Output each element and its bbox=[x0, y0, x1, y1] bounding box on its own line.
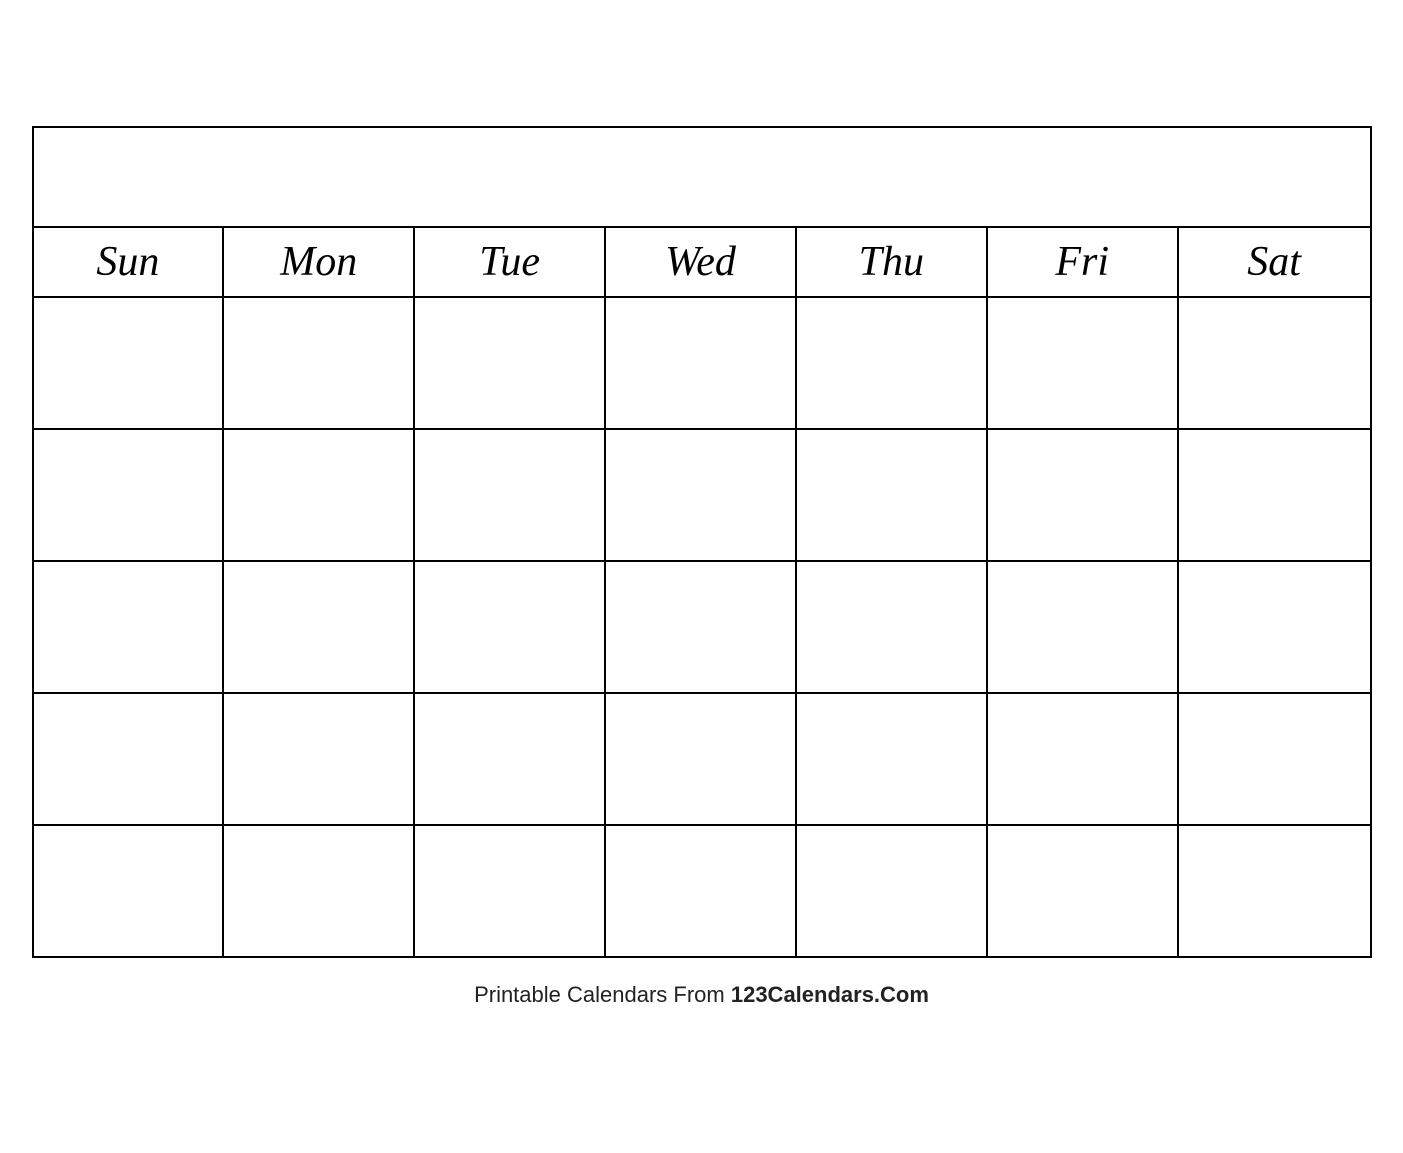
cell-r4-sun[interactable] bbox=[34, 694, 225, 824]
calendar-title-row bbox=[34, 128, 1370, 228]
calendar-row-4 bbox=[34, 694, 1370, 826]
cell-r1-mon[interactable] bbox=[224, 298, 415, 428]
cell-r1-wed[interactable] bbox=[606, 298, 797, 428]
header-mon: Mon bbox=[224, 228, 415, 296]
cell-r5-thu[interactable] bbox=[797, 826, 988, 956]
cell-r1-tue[interactable] bbox=[415, 298, 606, 428]
cell-r5-tue[interactable] bbox=[415, 826, 606, 956]
page-wrapper: Sun Mon Tue Wed Thu Fri Sat bbox=[32, 106, 1372, 1048]
cell-r2-wed[interactable] bbox=[606, 430, 797, 560]
cell-r3-thu[interactable] bbox=[797, 562, 988, 692]
cell-r4-thu[interactable] bbox=[797, 694, 988, 824]
cell-r5-sat[interactable] bbox=[1179, 826, 1370, 956]
calendar-container: Sun Mon Tue Wed Thu Fri Sat bbox=[32, 126, 1372, 958]
cell-r3-sun[interactable] bbox=[34, 562, 225, 692]
cell-r3-tue[interactable] bbox=[415, 562, 606, 692]
cell-r3-fri[interactable] bbox=[988, 562, 1179, 692]
cell-r1-sat[interactable] bbox=[1179, 298, 1370, 428]
cell-r3-sat[interactable] bbox=[1179, 562, 1370, 692]
cell-r1-fri[interactable] bbox=[988, 298, 1179, 428]
calendar-row-1 bbox=[34, 298, 1370, 430]
cell-r5-sun[interactable] bbox=[34, 826, 225, 956]
header-sun: Sun bbox=[34, 228, 225, 296]
calendar-row-3 bbox=[34, 562, 1370, 694]
cell-r4-tue[interactable] bbox=[415, 694, 606, 824]
header-fri: Fri bbox=[988, 228, 1179, 296]
cell-r4-sat[interactable] bbox=[1179, 694, 1370, 824]
cell-r4-wed[interactable] bbox=[606, 694, 797, 824]
footer-text: Printable Calendars From 123Calendars.Co… bbox=[474, 982, 929, 1008]
cell-r1-sun[interactable] bbox=[34, 298, 225, 428]
footer-regular-text: Printable Calendars From bbox=[474, 982, 731, 1007]
cell-r2-sun[interactable] bbox=[34, 430, 225, 560]
cell-r5-fri[interactable] bbox=[988, 826, 1179, 956]
calendar-row-2 bbox=[34, 430, 1370, 562]
cell-r3-mon[interactable] bbox=[224, 562, 415, 692]
cell-r3-wed[interactable] bbox=[606, 562, 797, 692]
header-tue: Tue bbox=[415, 228, 606, 296]
cell-r1-thu[interactable] bbox=[797, 298, 988, 428]
cell-r2-fri[interactable] bbox=[988, 430, 1179, 560]
cell-r5-wed[interactable] bbox=[606, 826, 797, 956]
header-wed: Wed bbox=[606, 228, 797, 296]
header-sat: Sat bbox=[1179, 228, 1370, 296]
header-thu: Thu bbox=[797, 228, 988, 296]
calendar-row-5 bbox=[34, 826, 1370, 956]
cell-r5-mon[interactable] bbox=[224, 826, 415, 956]
cell-r2-thu[interactable] bbox=[797, 430, 988, 560]
cell-r2-tue[interactable] bbox=[415, 430, 606, 560]
cell-r2-sat[interactable] bbox=[1179, 430, 1370, 560]
footer-bold-text: 123Calendars.Com bbox=[731, 982, 929, 1007]
cell-r2-mon[interactable] bbox=[224, 430, 415, 560]
cell-r4-fri[interactable] bbox=[988, 694, 1179, 824]
calendar-grid bbox=[34, 298, 1370, 956]
calendar-header-row: Sun Mon Tue Wed Thu Fri Sat bbox=[34, 228, 1370, 298]
cell-r4-mon[interactable] bbox=[224, 694, 415, 824]
